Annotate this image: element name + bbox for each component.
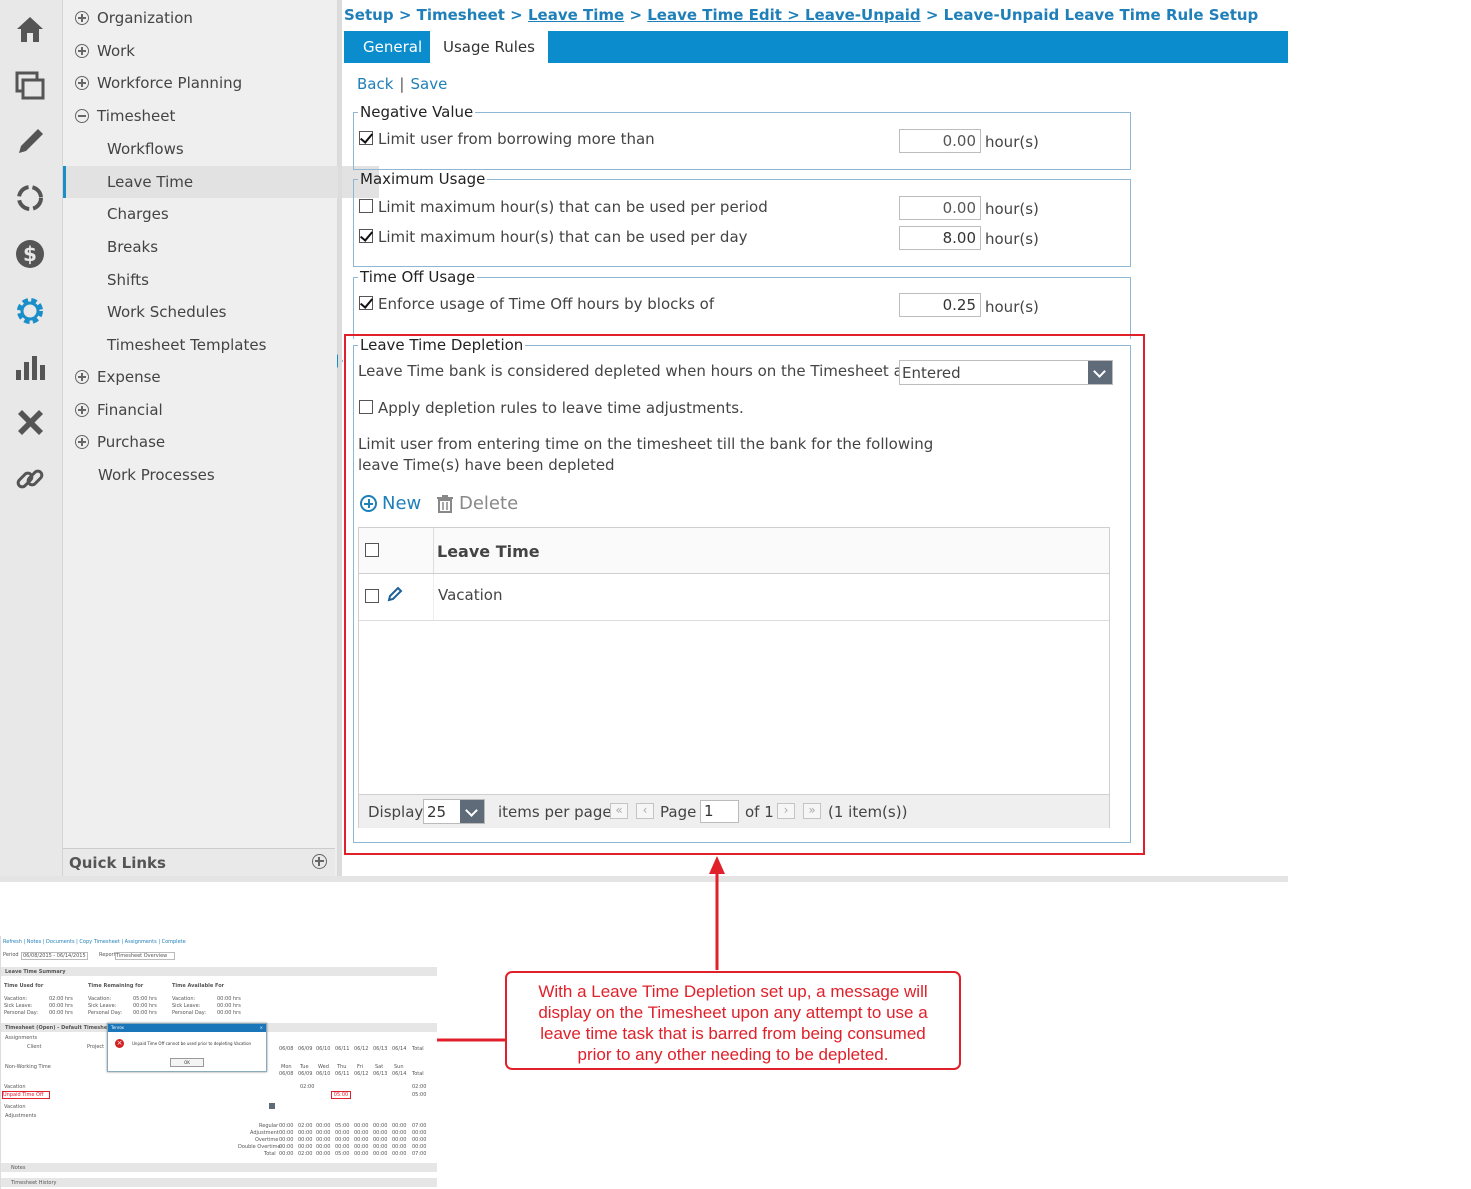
thumb-total-cell: 00:00	[354, 1137, 369, 1143]
thumb-total-cell: 00:00	[298, 1130, 313, 1136]
thumb-total-cell: 00:00	[354, 1130, 369, 1136]
thumb-total-cell: 00:00	[392, 1151, 407, 1157]
thumb-total-cell: 07:00	[412, 1151, 427, 1157]
thumb-total-cell: 05:00	[335, 1151, 350, 1157]
thumb-total-cell: 00:00	[354, 1144, 369, 1150]
thumb-total-cell: 00:00	[316, 1144, 331, 1150]
thumb-total-cell: 00:00	[392, 1123, 407, 1129]
thumb-total-cell: 00:00	[392, 1137, 407, 1143]
thumb-total-cell: 02:00	[298, 1151, 313, 1157]
chevron-down-icon	[269, 1103, 275, 1109]
thumb-total-cell: 00:00	[316, 1137, 331, 1143]
thumb-total-cell: 00:00	[354, 1151, 369, 1157]
thumb-total-cell: 00:00	[279, 1137, 294, 1143]
thumb-total-cell: 02:00	[298, 1123, 313, 1129]
annotation-callout: With a Leave Time Depletion set up, a me…	[505, 971, 961, 1070]
dialog-message: Unpaid Time Off cannot be used prior to …	[132, 1041, 252, 1046]
thumb-total-cell: 00:00	[298, 1144, 313, 1150]
thumb-total-cell: 00:00	[316, 1130, 331, 1136]
thumb-total-cell: 00:00	[354, 1123, 369, 1129]
thumb-total-cell: 00:00	[373, 1130, 388, 1136]
error-icon: ×	[115, 1039, 124, 1048]
error-dialog: Tenrox × × Unpaid Time Off cannot be used…	[107, 1023, 267, 1072]
thumb-total-cell: 05:00	[335, 1123, 350, 1129]
thumb-total-cell: 00:00	[392, 1130, 407, 1136]
thumb-total-cell: 00:00	[335, 1144, 350, 1150]
thumb-total-cell: 00:00	[335, 1130, 350, 1136]
thumb-total-cell: 00:00	[335, 1137, 350, 1143]
thumb-total-cell: 00:00	[412, 1144, 427, 1150]
thumb-total-cell: 00:00	[316, 1123, 331, 1129]
thumb-total-cell: 00:00	[279, 1130, 294, 1136]
thumb-total-cell: 00:00	[298, 1137, 313, 1143]
thumb-total-cell: 00:00	[373, 1137, 388, 1143]
thumb-total-cell: 00:00	[412, 1130, 427, 1136]
thumb-total-cell: 07:00	[412, 1123, 427, 1129]
thumb-total-cell: 00:00	[392, 1144, 407, 1150]
thumb-total-cell: 00:00	[279, 1123, 294, 1129]
thumb-total-cell: 00:00	[279, 1144, 294, 1150]
thumb-total-cell: 00:00	[412, 1137, 427, 1143]
thumb-toolbar: Refresh | Notes | Documents | Copy Times…	[3, 939, 186, 945]
thumb-total-cell: 00:00	[316, 1151, 331, 1157]
thumb-total-cell: 00:00	[279, 1151, 294, 1157]
dialog-ok-button[interactable]: OK	[170, 1058, 204, 1067]
thumb-total-cell: 00:00	[373, 1151, 388, 1157]
close-icon[interactable]: ×	[260, 1025, 263, 1030]
thumb-total-cell: 00:00	[373, 1144, 388, 1150]
dialog-title: Tenrox ×	[108, 1024, 266, 1032]
thumb-total-cell: 00:00	[373, 1123, 388, 1129]
